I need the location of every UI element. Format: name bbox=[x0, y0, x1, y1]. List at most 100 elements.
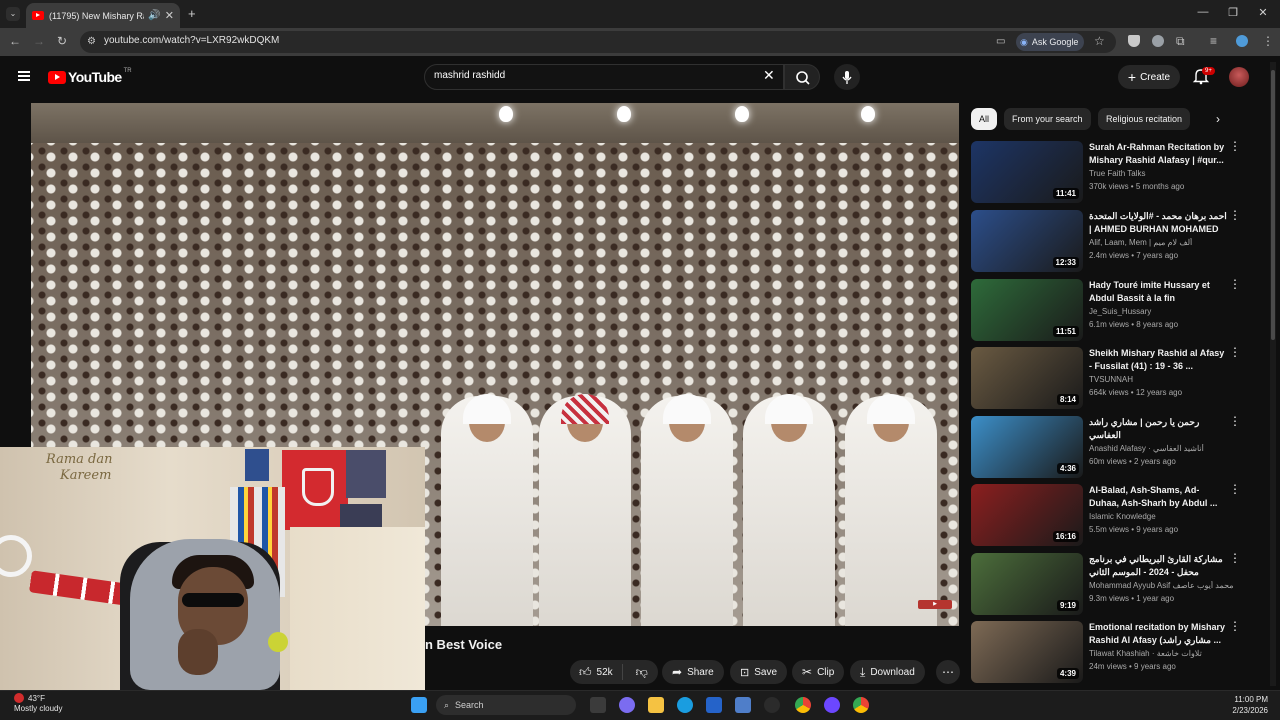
forward-arrow-icon[interactable]: → bbox=[33, 34, 45, 48]
channel-name[interactable]: Tilawat Khashiah · تلاوات خاشعة bbox=[1089, 649, 1239, 658]
more-vertical-icon[interactable]: ⋮ bbox=[1229, 140, 1241, 152]
channel-name[interactable]: Je_Suis_Hussary bbox=[1089, 307, 1239, 316]
video-thumbnail[interactable]: 4:39 bbox=[971, 621, 1083, 683]
edge-icon[interactable] bbox=[677, 697, 693, 713]
video-thumbnail[interactable]: 4:36 bbox=[971, 416, 1083, 478]
tab-search-button[interactable]: ⌄ bbox=[6, 7, 20, 21]
site-info-icon[interactable]: ⚙ bbox=[87, 36, 96, 47]
recommendation-title[interactable]: Surah Ar-Rahman Recitation by Mishary Ra… bbox=[1089, 141, 1229, 167]
tab-close-icon[interactable]: ✕ bbox=[165, 9, 174, 22]
browser-menu-icon[interactable]: ⋮ bbox=[1262, 34, 1274, 48]
recommendation-title[interactable]: احمد برهان محمد - #الولايات المتحدة | AH… bbox=[1089, 210, 1229, 236]
chip-religious-recitation[interactable]: Religious recitation bbox=[1098, 108, 1191, 130]
recommendation-item[interactable]: 4:39 Emotional recitation by Mishary Rash… bbox=[971, 620, 1251, 683]
minimize-button[interactable]: — bbox=[1188, 6, 1218, 18]
recommendation-title[interactable]: Sheikh Mishary Rashid al Afasy - Fussila… bbox=[1089, 347, 1229, 373]
search-button[interactable] bbox=[784, 64, 820, 90]
share-button[interactable]: ➦ Share bbox=[662, 660, 724, 684]
channel-name[interactable]: TVSUNNAH bbox=[1089, 375, 1239, 384]
window-close-button[interactable]: ✕ bbox=[1248, 6, 1278, 19]
store-icon[interactable] bbox=[706, 697, 722, 713]
account-avatar[interactable] bbox=[1229, 67, 1249, 87]
maximize-button[interactable]: ❐ bbox=[1218, 6, 1248, 19]
video-thumbnail[interactable]: 11:41 bbox=[971, 141, 1083, 203]
channel-name[interactable]: Alif, Laam, Mem | ألف لام ميم bbox=[1089, 238, 1239, 247]
copilot-icon[interactable] bbox=[619, 697, 635, 713]
clip-button[interactable]: ✂ Clip bbox=[792, 660, 845, 684]
video-thumbnail[interactable]: 12:33 bbox=[971, 210, 1083, 272]
more-actions-button[interactable]: ⋯ bbox=[936, 660, 960, 684]
shield-extension-icon[interactable] bbox=[1128, 35, 1140, 47]
more-vertical-icon[interactable]: ⋮ bbox=[1229, 483, 1241, 495]
more-vertical-icon[interactable]: ⋮ bbox=[1229, 415, 1241, 427]
extension-icon[interactable] bbox=[1152, 35, 1164, 47]
download-button[interactable]: ⤓ Download bbox=[850, 660, 925, 684]
youtube-logo[interactable]: YouTube TR bbox=[48, 68, 132, 85]
video-channel-watermark: ▶ bbox=[918, 600, 952, 609]
ask-google-button[interactable]: ◉ Ask Google bbox=[1016, 33, 1085, 51]
recommendation-title[interactable]: Emotional recitation by Mishary Rashid A… bbox=[1089, 621, 1229, 647]
channel-name[interactable]: Islamic Knowledge bbox=[1089, 512, 1239, 521]
app-icon[interactable] bbox=[824, 697, 840, 713]
recommendation-title[interactable]: مشاركة القارئ البريطاني في برنامج محفل -… bbox=[1089, 553, 1229, 579]
recommendation-item[interactable]: 4:36 رحمن يا رحمن | مشاري راشد العفاسي Ana… bbox=[971, 415, 1251, 478]
more-vertical-icon[interactable]: ⋮ bbox=[1229, 620, 1241, 632]
task-view-icon[interactable] bbox=[590, 697, 606, 713]
app-icon[interactable] bbox=[764, 697, 780, 713]
channel-name[interactable]: Anashid Alafasy · أناشيد العفاسي bbox=[1089, 444, 1239, 453]
recommendation-item[interactable]: 8:14 Sheikh Mishary Rashid al Afasy - Fus… bbox=[971, 346, 1251, 409]
create-button[interactable]: + Create bbox=[1118, 65, 1180, 89]
recommendation-title[interactable]: رحمن يا رحمن | مشاري راشد العفاسي bbox=[1089, 416, 1229, 442]
chip-next-arrow-icon[interactable]: › bbox=[1216, 112, 1220, 126]
chip-from-your-search[interactable]: From your search bbox=[1004, 108, 1091, 130]
chrome-icon[interactable] bbox=[795, 697, 811, 713]
dislike-button[interactable]: 👎︎ bbox=[628, 665, 656, 680]
clear-search-icon[interactable]: ✕ bbox=[763, 67, 775, 84]
chrome-icon[interactable] bbox=[853, 697, 869, 713]
save-button[interactable]: ⊡ Save bbox=[730, 660, 788, 684]
duration-badge: 11:41 bbox=[1052, 188, 1079, 199]
new-tab-button[interactable]: + bbox=[188, 6, 196, 21]
video-thumbnail[interactable]: 11:51 bbox=[971, 279, 1083, 341]
file-explorer-icon[interactable] bbox=[648, 697, 664, 713]
weather-widget[interactable]: 43°F Mostly cloudy bbox=[14, 693, 62, 714]
channel-name[interactable]: True Faith Talks bbox=[1089, 169, 1239, 178]
profile-icon[interactable] bbox=[1236, 35, 1248, 47]
scrollbar-thumb[interactable] bbox=[1271, 70, 1275, 340]
more-vertical-icon[interactable]: ⋮ bbox=[1229, 552, 1241, 564]
hamburger-menu-icon[interactable] bbox=[18, 71, 30, 81]
taskbar-clock[interactable]: 11:00 PM 2/23/2026 bbox=[1222, 694, 1268, 716]
reload-icon[interactable]: ↻ bbox=[57, 34, 67, 48]
browser-tab[interactable]: (11795) New Mishary Rashi... 🔊 ✕ bbox=[26, 3, 180, 28]
recommendation-title[interactable]: Hady Touré imite Hussary et Abdul Bassit… bbox=[1089, 279, 1229, 305]
recommendation-item[interactable]: 12:33 احمد برهان محمد - #الولايات المتحدة… bbox=[971, 209, 1251, 272]
search-query[interactable]: mashrid rashidd bbox=[434, 70, 505, 81]
clock-date: 2/23/2026 bbox=[1232, 706, 1268, 715]
video-thumbnail[interactable]: 9:19 bbox=[971, 553, 1083, 615]
bookmark-star-icon[interactable]: ☆ bbox=[1094, 34, 1105, 48]
back-arrow-icon[interactable]: ← bbox=[9, 34, 21, 48]
video-thumbnail[interactable]: 8:14 bbox=[971, 347, 1083, 409]
more-vertical-icon[interactable]: ⋮ bbox=[1229, 278, 1241, 290]
video-thumbnail[interactable]: 16:16 bbox=[971, 484, 1083, 546]
channel-name[interactable]: Mohammad Ayyub Asif محمد أيوب عاصف bbox=[1089, 581, 1239, 590]
recommendation-item[interactable]: 9:19 مشاركة القارئ البريطاني في برنامج مح… bbox=[971, 552, 1251, 615]
puzzle-extensions-icon[interactable]: ⧉ bbox=[1176, 34, 1185, 49]
ask-google-label: Ask Google bbox=[1031, 37, 1079, 47]
recommendation-item[interactable]: 11:41 Surah Ar-Rahman Recitation by Misha… bbox=[971, 140, 1251, 203]
windows-start-icon[interactable] bbox=[411, 697, 427, 713]
outlook-icon[interactable] bbox=[735, 697, 751, 713]
like-button[interactable]: 👍︎ 52k bbox=[570, 664, 623, 680]
recommendation-title[interactable]: Al-Balad, Ash-Shams, Ad-Duhaa, Ash-Sharh… bbox=[1089, 484, 1229, 510]
media-control-icon[interactable]: ≡ bbox=[1210, 34, 1217, 48]
taskbar-search[interactable]: ⌕ Search bbox=[436, 695, 576, 715]
url-text[interactable]: youtube.com/watch?v=LXR92wkDQKM bbox=[104, 35, 279, 46]
chip-all[interactable]: All bbox=[971, 108, 998, 130]
speaker-icon[interactable]: 🔊 bbox=[148, 10, 160, 21]
voice-search-button[interactable] bbox=[834, 64, 860, 90]
recommendation-item[interactable]: 16:16 Al-Balad, Ash-Shams, Ad-Duhaa, Ash-… bbox=[971, 483, 1251, 546]
more-vertical-icon[interactable]: ⋮ bbox=[1229, 346, 1241, 358]
recommendation-item[interactable]: 11:51 Hady Touré imite Hussary et Abdul B… bbox=[971, 278, 1251, 341]
cast-icon[interactable]: ▭ bbox=[996, 36, 1005, 47]
more-vertical-icon[interactable]: ⋮ bbox=[1229, 209, 1241, 221]
